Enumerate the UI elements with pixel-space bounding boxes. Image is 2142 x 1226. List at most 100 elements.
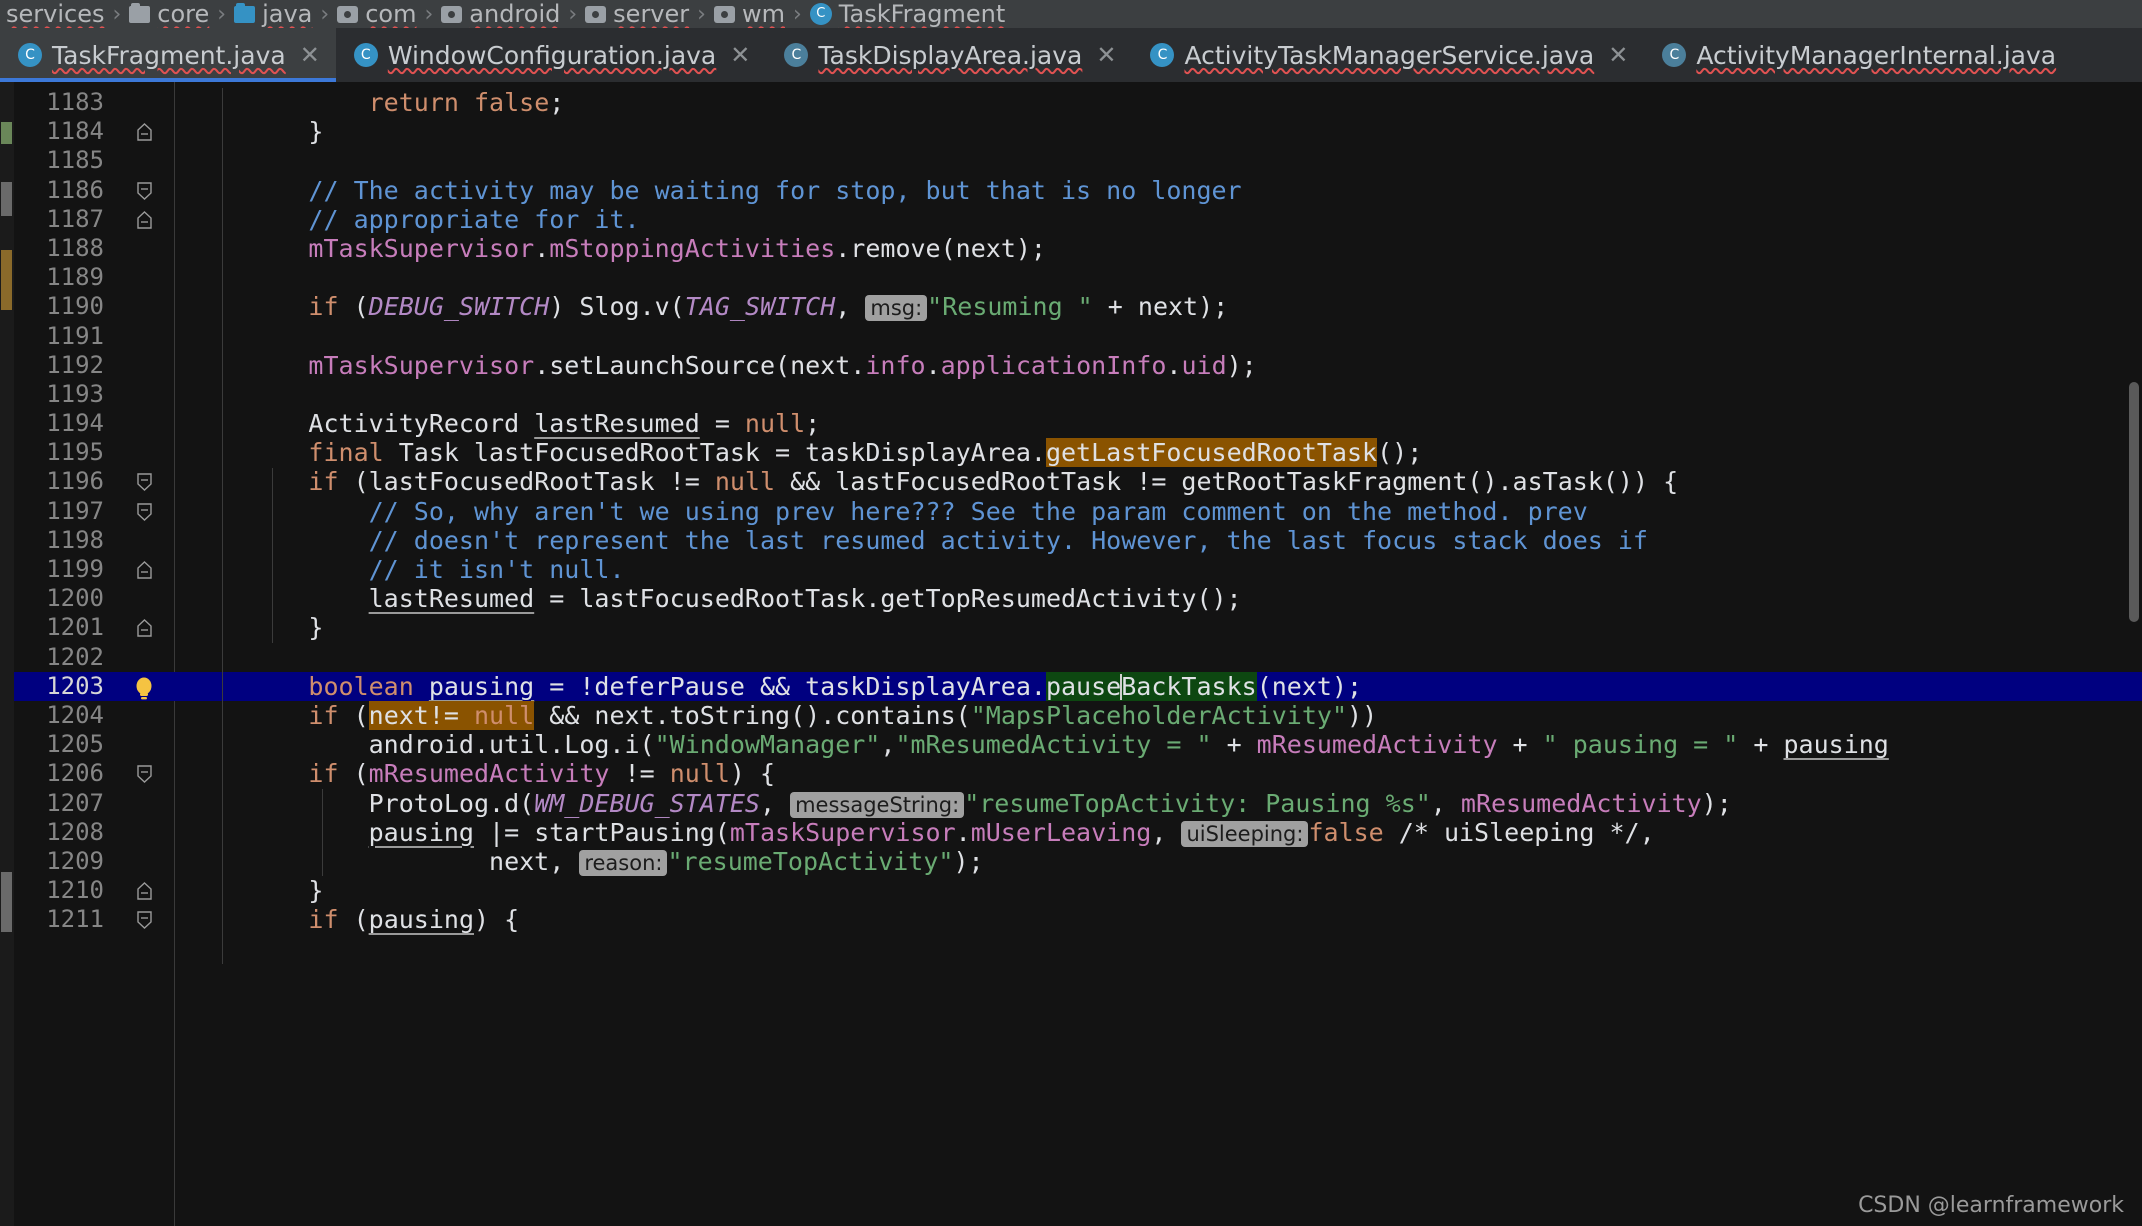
code-line[interactable]: if (lastFocusedRootTask != null && lastF… [174,467,2142,496]
fold-row[interactable] [114,351,174,380]
code-line[interactable]: // appropriate for it. [174,205,2142,234]
line-number[interactable]: 1194 [14,409,114,438]
fold-row[interactable] [114,88,174,117]
breadcrumb-item-android[interactable]: android [437,0,564,28]
fold-end-icon[interactable] [136,561,153,579]
line-number[interactable]: 1208 [14,818,114,847]
line-number[interactable]: 1207 [14,789,114,818]
code-line[interactable]: } [174,117,2142,146]
code-line[interactable]: lastResumed = lastFocusedRootTask.getTop… [174,584,2142,613]
code-editor[interactable]: 1183 1184 1185 1186 1187 1188 1189 1190 1191 1192… [0,82,2142,1226]
line-number[interactable]: 1205 [14,730,114,759]
code-line[interactable] [174,322,2142,351]
line-number[interactable]: 1189 [14,263,114,292]
fold-row[interactable] [114,613,174,642]
line-number[interactable]: 1184 [14,117,114,146]
code-line[interactable]: if (DEBUG_SWITCH) Slog.v(TAG_SWITCH, msg… [174,292,2142,322]
fold-row[interactable] [114,643,174,672]
line-number[interactable]: 1188 [14,234,114,263]
annotation-gutter[interactable] [0,82,14,1226]
code-line[interactable]: mTaskSupervisor.setLaunchSource(next.inf… [174,351,2142,380]
code-line[interactable]: } [174,613,2142,642]
fold-row[interactable] [114,818,174,847]
code-line[interactable]: ActivityRecord lastResumed = null; [174,409,2142,438]
line-number[interactable]: 1197 [14,497,114,526]
fold-row[interactable] [114,876,174,905]
fold-end-icon[interactable] [136,123,153,141]
fold-end-icon[interactable] [136,882,153,900]
line-number[interactable]: 1185 [14,146,114,175]
fold-end-icon[interactable] [136,619,153,638]
code-line[interactable]: // So, why aren't we using prev here??? … [174,497,2142,526]
code-line[interactable]: // The activity may be waiting for stop,… [174,176,2142,205]
code-content[interactable]: return false; } // The activity may be w… [174,82,2142,1226]
breadcrumb-item-java[interactable]: java [230,0,316,28]
line-number[interactable]: 1193 [14,380,114,409]
code-line[interactable] [174,146,2142,175]
breadcrumb-item-wm[interactable]: wm [710,0,789,28]
fold-row[interactable] [114,555,174,584]
code-line[interactable]: next, reason: "resumeTopActivity"); [174,847,2142,876]
close-icon[interactable]: ✕ [1604,41,1628,69]
line-number[interactable]: 1206 [14,759,114,788]
line-number[interactable]: 1195 [14,438,114,467]
fold-row[interactable] [114,467,174,496]
code-line[interactable]: } [174,876,2142,905]
line-number[interactable]: 1202 [14,643,114,672]
code-line[interactable] [174,380,2142,409]
code-line[interactable]: if (pausing) { [174,905,2142,934]
fold-row[interactable] [114,292,174,321]
scrollbar-thumb[interactable] [2129,382,2139,622]
fold-row[interactable] [114,905,174,934]
code-line[interactable]: if (mResumedActivity != null) { [174,759,2142,788]
line-number[interactable]: 1196 [14,467,114,496]
code-folding-gutter[interactable] [114,82,174,1226]
line-number[interactable]: 1192 [14,351,114,380]
fold-row[interactable] [114,497,174,526]
line-number[interactable]: 1210 [14,876,114,905]
fold-row[interactable] [114,789,174,818]
code-line[interactable]: return false; [174,88,2142,117]
code-line[interactable]: android.util.Log.i("WindowManager","mRes… [174,730,2142,759]
line-number[interactable]: 1204 [14,701,114,730]
fold-row[interactable] [114,176,174,205]
editor-tab-activitytaskmanagerservice[interactable]: C ActivityTaskManagerService.java ✕ [1132,28,1644,82]
fold-row[interactable] [114,671,174,701]
fold-start-icon[interactable] [136,473,153,492]
line-number[interactable]: 1199 [14,555,114,584]
fold-start-icon[interactable] [136,911,153,930]
line-number[interactable]: 1198 [14,526,114,555]
fold-row[interactable] [114,263,174,292]
code-line[interactable]: pausing |= startPausing(mTaskSupervisor.… [174,818,2142,847]
breadcrumb-item-services[interactable]: services [2,0,108,28]
line-number[interactable]: 1203 [14,671,114,701]
fold-start-icon[interactable] [136,765,153,784]
fold-row[interactable] [114,847,174,876]
fold-row[interactable] [114,380,174,409]
code-line[interactable]: // it isn't null. [174,555,2142,584]
intention-bulb-icon[interactable] [130,676,158,700]
code-line[interactable]: if (next!= null && next.toString().conta… [174,700,2142,730]
fold-row[interactable] [114,117,174,146]
fold-row[interactable] [114,322,174,351]
fold-start-icon[interactable] [136,181,153,200]
code-line[interactable]: mTaskSupervisor.mStoppingActivities.remo… [174,234,2142,263]
code-line[interactable]: ProtoLog.d(WM_DEBUG_STATES, messageStrin… [174,789,2142,818]
code-line[interactable] [174,643,2142,672]
fold-row[interactable] [114,146,174,175]
line-number[interactable]: 1183 [14,88,114,117]
breadcrumb-item-core[interactable]: core [125,0,213,28]
line-number[interactable]: 1201 [14,613,114,642]
fold-row[interactable] [114,205,174,234]
code-line[interactable] [174,263,2142,292]
line-number[interactable]: 1186 [14,176,114,205]
breadcrumb-item-server[interactable]: server [581,0,693,28]
fold-row[interactable] [114,701,174,730]
editor-tab-taskfragment[interactable]: C TaskFragment.java ✕ [0,28,336,82]
line-number[interactable]: 1209 [14,847,114,876]
fold-row[interactable] [114,438,174,467]
editor-tab-windowconfiguration[interactable]: C WindowConfiguration.java ✕ [336,28,767,82]
fold-row[interactable] [114,759,174,788]
fold-row[interactable] [114,730,174,759]
line-number[interactable]: 1200 [14,584,114,613]
